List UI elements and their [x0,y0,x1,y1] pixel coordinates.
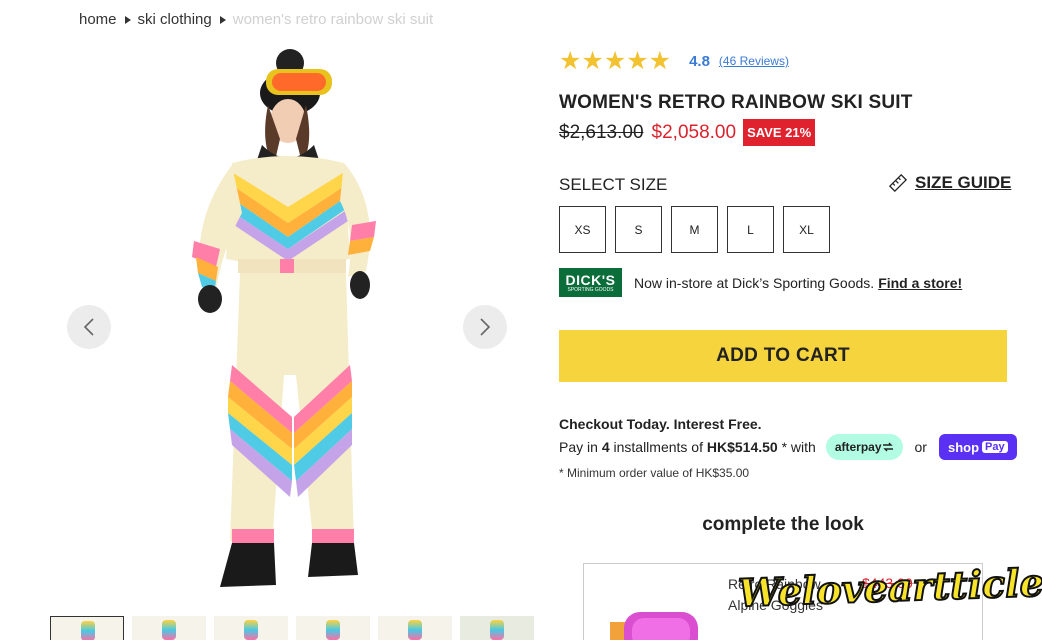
shoppay-badge[interactable]: shop Pay [938,434,1017,460]
thumbnail[interactable] [378,616,452,640]
size-guide-label: SIZE GUIDE [915,173,1012,192]
size-guide-link[interactable]: SIZE GUIDE [889,173,1011,193]
product-rating: ★★★★★ 4.8 (46 Reviews) [559,46,789,76]
gallery-thumbnails [50,616,534,640]
thumbnail[interactable] [214,616,288,640]
size-option-m[interactable]: M [671,206,718,253]
size-option-xs[interactable]: XS [559,206,606,253]
product-gallery [50,40,530,640]
gallery-prev-button[interactable] [67,305,111,349]
select-size-label: SELECT SIZE [559,175,668,194]
product-main-image [192,49,376,587]
reviews-link[interactable]: (46 Reviews) [719,54,789,68]
caret-right-icon [219,15,226,24]
afterpay-arrows-icon [882,442,893,452]
complete-look-heading: complete the look [702,514,864,535]
save-badge: SAVE 21% [743,119,816,146]
thumbnail[interactable] [132,616,206,640]
price-row: $2,613.00 $2,058.00 SAVE 21% [559,119,816,146]
installment-amount: HK$514.50 [706,439,778,455]
ruler-icon [889,174,907,192]
dicks-logo: DICK'S SPORTING GOODS [559,268,622,297]
chevron-right-icon [480,318,491,336]
installments-row: Pay in 4 installments of HK$514.50 * wit… [559,434,1017,460]
afterpay-badge[interactable]: afterpay [825,434,903,460]
breadcrumb-category[interactable]: ski clothing [138,11,212,28]
gallery-next-button[interactable] [463,305,507,349]
caret-right-icon [124,15,131,24]
rating-value: 4.8 [689,52,710,70]
checkout-heading: Checkout Today. Interest Free. [559,416,762,432]
find-store-link[interactable]: Find a store! [878,275,962,291]
dicks-text: Now in-store at Dick’s Sporting Goods. [634,274,875,291]
original-price: $2,613.00 [559,121,644,143]
thumbnail[interactable] [50,616,124,640]
thumbnail[interactable] [460,616,534,640]
size-option-xl[interactable]: XL [783,206,830,253]
goggles-image [610,612,698,640]
thumbnail[interactable] [296,616,370,640]
breadcrumb-current: women's retro rainbow ski suit [232,11,434,28]
add-to-cart-button[interactable]: ADD TO CART [559,330,1007,382]
size-option-s[interactable]: S [615,206,662,253]
product-title: WOMEN'S RETRO RAINBOW SKI SUIT [559,92,913,113]
star-rating-icon: ★★★★★ [559,47,672,75]
dicks-availability: DICK'S SPORTING GOODS Now in-store at Di… [559,268,962,297]
size-option-l[interactable]: L [727,206,774,253]
watermark: Weloveartticle [736,559,1042,617]
chevron-left-icon [83,318,94,336]
minimum-order-note: * Minimum order value of HK$35.00 [559,466,750,480]
breadcrumb-home[interactable]: home [79,11,117,28]
sale-price: $2,058.00 [651,121,737,143]
or-text: or [914,439,927,455]
breadcrumb: home ski clothing women's retro rainbow … [79,11,433,28]
size-options: XS S M L XL [559,206,830,253]
